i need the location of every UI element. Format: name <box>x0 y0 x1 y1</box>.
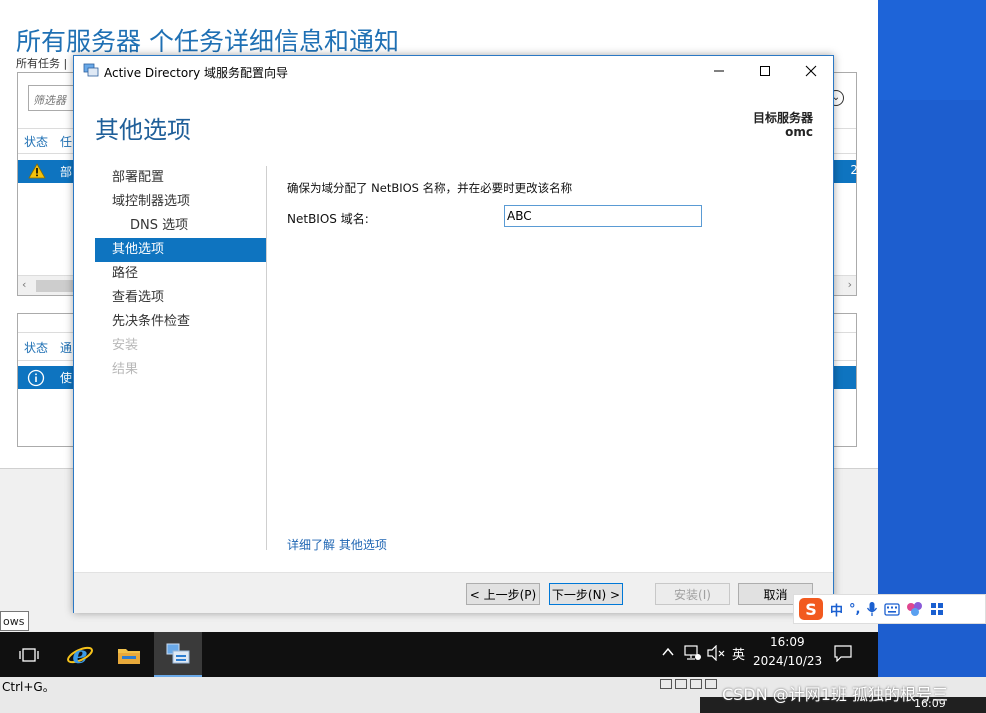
netbios-name-input[interactable] <box>504 205 702 227</box>
close-icon <box>805 65 817 77</box>
task-row-text: 部 <box>60 165 73 179</box>
server-manager-button[interactable] <box>154 632 202 677</box>
sogou-icon[interactable]: S <box>798 597 824 621</box>
dialog-titlebar[interactable]: Active Directory 域服务配置向导 <box>74 56 833 86</box>
nav-divider <box>266 166 267 550</box>
svg-text:S: S <box>805 600 817 619</box>
input-language[interactable]: 英 <box>732 644 745 663</box>
microphone-icon[interactable] <box>866 601 878 617</box>
column-status-2[interactable]: 状态 <box>24 339 48 356</box>
nav-additional-options[interactable]: 其他选项 <box>95 238 266 262</box>
close-button[interactable] <box>788 56 834 86</box>
notification-row-text: 使 <box>60 371 73 385</box>
grid-icon[interactable] <box>930 602 944 616</box>
nav-paths[interactable]: 路径 <box>95 262 266 286</box>
minimize-button[interactable] <box>696 56 742 86</box>
file-explorer-button[interactable] <box>105 632 153 677</box>
server-manager-title: 所有服务器 个任务详细信息和通知 <box>16 27 399 56</box>
wizard-nav: 部署配置 域控制器选项 DNS 选项 其他选项 路径 查看选项 先决条件检查 安… <box>95 166 266 382</box>
clock-time[interactable]: 16:09 <box>770 635 805 649</box>
notifications-icon[interactable] <box>834 644 852 662</box>
internet-explorer-button[interactable]: e <box>56 632 104 677</box>
column-status[interactable]: 状态 <box>24 133 48 150</box>
task-view-button[interactable] <box>5 632 53 677</box>
nav-installation: 安装 <box>112 338 139 353</box>
dialog-footer: < 上一步(P) 下一步(N) > 安装(I) 取消 <box>74 572 833 613</box>
learn-more-link[interactable]: 详细了解 其他选项 <box>287 536 387 553</box>
nav-prerequisites-check[interactable]: 先决条件检查 <box>95 310 266 334</box>
scroll-left-icon[interactable]: ‹ <box>22 278 26 291</box>
install-button: 安装(I) <box>655 583 730 605</box>
scroll-thumb[interactable] <box>36 280 76 292</box>
nav-results: 结果 <box>112 362 139 377</box>
column-task[interactable]: 任 <box>60 133 72 150</box>
volume-muted-icon[interactable] <box>707 645 725 661</box>
skin-icon[interactable] <box>906 601 924 617</box>
previous-button[interactable]: < 上一步(P) <box>466 583 540 605</box>
ime-mode-chinese[interactable]: 中 <box>830 600 843 619</box>
task-view-icon <box>19 647 39 662</box>
show-hidden-icons-icon[interactable] <box>661 646 675 658</box>
page-heading: 其他选项 <box>95 116 191 144</box>
task-row-count: 2 <box>850 163 858 177</box>
svg-text:e: e <box>72 641 87 669</box>
nav-review-options[interactable]: 查看选项 <box>95 286 266 310</box>
warning-icon <box>28 163 46 179</box>
ad-wizard-icon <box>83 63 99 77</box>
release-hint: Ctrl+G。 <box>2 680 55 694</box>
punctuation-icon[interactable]: °, <box>849 602 860 617</box>
csdn-watermark: CSDN @计网1班 孤独的根号三 <box>722 685 948 704</box>
tooltip: ows <box>0 611 29 631</box>
nav-dc-options[interactable]: 域控制器选项 <box>95 190 266 214</box>
ime-toolbar[interactable]: S 中 °, <box>793 594 986 624</box>
ie-icon: e <box>67 641 93 669</box>
maximize-button[interactable] <box>742 56 788 86</box>
netbios-label: NetBIOS 域名: <box>287 212 369 226</box>
server-manager-icon <box>166 643 190 663</box>
nav-dns-options[interactable]: DNS 选项 <box>95 214 266 238</box>
ad-config-wizard-dialog: Active Directory 域服务配置向导 其他选项 目标服务器 omc … <box>73 55 834 613</box>
nav-deployment-config[interactable]: 部署配置 <box>95 166 266 190</box>
keyboard-icon[interactable] <box>884 602 901 616</box>
scroll-right-icon[interactable]: › <box>848 278 852 291</box>
taskbar: e 英 16:09 2024/10/23 <box>0 632 878 677</box>
minimize-icon <box>714 70 724 72</box>
clock-date[interactable]: 2024/10/23 <box>753 654 822 668</box>
file-explorer-icon <box>118 648 140 664</box>
column-notification[interactable]: 通 <box>60 339 72 356</box>
all-tasks-label: 所有任务 | <box>16 57 68 70</box>
target-server-label: 目标服务器 <box>752 111 813 125</box>
maximize-icon <box>760 66 770 76</box>
next-button[interactable]: 下一步(N) > <box>549 583 623 605</box>
dialog-title: Active Directory 域服务配置向导 <box>104 66 289 80</box>
target-server-value: omc <box>785 125 813 139</box>
network-icon[interactable] <box>684 645 702 661</box>
host-device-icons <box>660 679 720 691</box>
info-icon <box>27 369 45 387</box>
netbios-description: 确保为域分配了 NetBIOS 名称，并在必要时更改该名称 <box>287 181 573 195</box>
